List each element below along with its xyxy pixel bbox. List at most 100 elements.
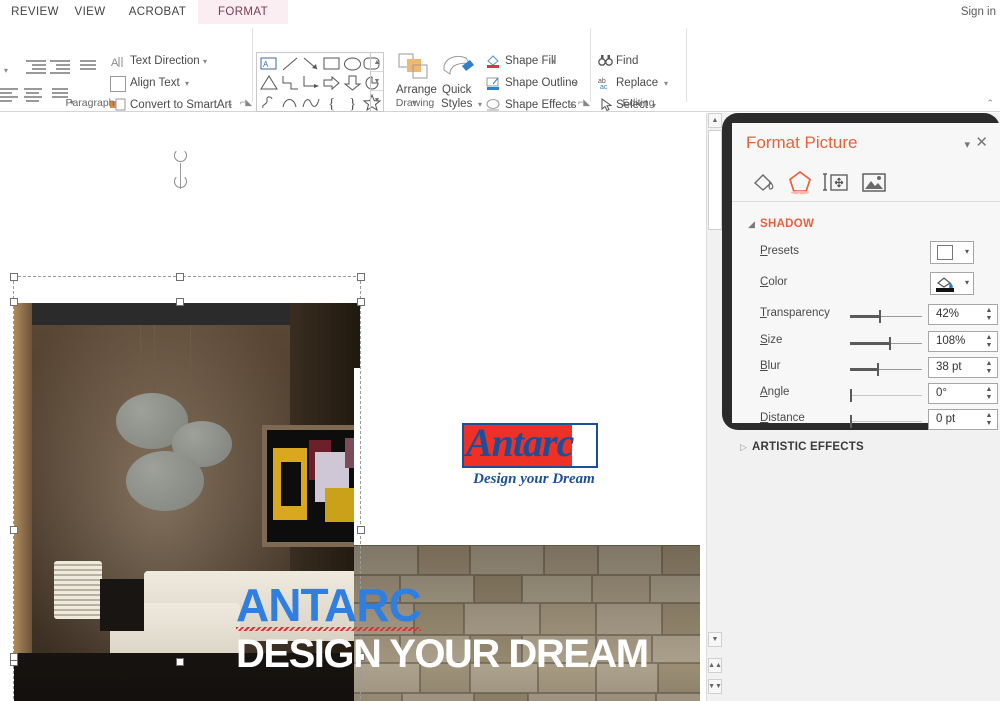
shape-triangle-icon[interactable] [259,74,279,92]
blur-spinner-arrows[interactable]: ▲ ▼ [983,358,995,377]
angle-slider-track[interactable] [850,395,922,396]
picture-tab-icon[interactable] [856,165,892,199]
scrollbar-thumb[interactable] [708,130,722,230]
shape-line-icon[interactable] [280,55,300,73]
angle-slider-thumb[interactable] [850,389,852,402]
distance-slider-track[interactable] [850,421,922,422]
shape-elbow-connector-icon[interactable] [280,74,300,92]
resize-handle-sw-upper[interactable] [10,653,18,661]
text-direction-caret-icon[interactable]: ▾ [203,55,207,67]
blur-value: 38 pt [936,361,962,373]
line-spacing-dropdown-icon[interactable]: ▾ [4,60,8,78]
size-spinner[interactable]: 108% ▲ ▼ [928,331,998,352]
increase-indent-icon[interactable] [50,60,70,76]
shape-fill-caret-icon[interactable]: ▾ [552,55,556,67]
shape-effects-caret-icon[interactable]: ▾ [570,99,574,111]
distance-row: Distance 0 pt ▲ ▼ [732,408,1000,434]
section-artistic-effects[interactable]: ARTISTIC EFFECTS [752,441,864,453]
shape-fill-label[interactable]: Shape Fill [505,55,556,67]
distance-slider-thumb[interactable] [850,415,852,428]
slide-canvas[interactable]: Antarc Design your Dream ANTARC DESIGN Y… [0,113,706,701]
slide-workspace[interactable]: Antarc Design your Dream ANTARC DESIGN Y… [0,113,706,701]
resize-handle-nw[interactable] [10,273,18,281]
size-properties-tab-icon[interactable] [818,165,854,199]
distance-spinner[interactable]: 0 pt ▲ ▼ [928,409,998,430]
align-left-icon[interactable] [0,88,18,104]
drawing-dialog-launcher[interactable]: ⌐◣ [578,97,590,108]
transparency-slider-thumb[interactable] [879,310,881,323]
sign-in-button[interactable]: Sign in [961,0,996,24]
blur-slider-thumb[interactable] [877,363,879,376]
decrease-indent-icon[interactable] [26,60,46,76]
resize-handle-w[interactable] [10,526,18,534]
fill-line-tab-icon[interactable] [746,165,782,199]
blur-row: Blur 38 pt ▲ ▼ [732,356,1000,382]
shape-scribble-icon[interactable] [259,93,279,111]
shape-effects-label[interactable]: Shape Effects [505,99,576,111]
shape-outline-label[interactable]: Shape Outline [505,77,578,89]
next-slide-icon[interactable]: ▼▼ [708,679,722,694]
shapes-scroll-down-icon[interactable]: ▼ [371,72,383,92]
quick-styles-caret-icon[interactable]: ▾ [478,98,482,110]
resize-handle-nw-inner[interactable] [10,298,18,306]
distance-spinner-arrows[interactable]: ▲ ▼ [983,410,995,429]
slide-headline[interactable]: ANTARC DESIGN YOUR DREAM [236,582,649,681]
find-label[interactable]: Find [616,55,638,67]
resize-handle-ne-inner[interactable] [357,298,365,306]
arrange-label[interactable]: Arrange [396,84,437,96]
shape-left-brace-icon[interactable]: { [322,93,342,112]
shadow-color-button[interactable]: ▾ [930,272,974,295]
shape-rectangle-icon[interactable] [322,55,342,73]
angle-row: Angle 0° ▲ ▼ [732,382,1000,408]
shape-down-arrow-icon[interactable] [343,74,363,92]
shapes-scroll-up-icon[interactable]: ▲ [371,53,383,73]
text-direction-label[interactable]: Text Direction [130,55,200,67]
angle-spinner[interactable]: 0° ▲ ▼ [928,383,998,404]
transparency-spinner-arrows[interactable]: ▲ ▼ [983,305,995,324]
line-spacing-icon[interactable] [80,60,96,72]
scroll-down-icon[interactable]: ▼ [708,632,722,647]
rotation-handle[interactable] [174,149,187,162]
shadow-collapse-icon[interactable]: ◢ [748,219,755,230]
shape-curve-icon[interactable] [280,93,300,111]
tab-format[interactable]: FORMAT [198,0,288,24]
section-shadow[interactable]: SHADOW [760,218,814,230]
angle-spinner-arrows[interactable]: ▲ ▼ [983,384,995,403]
size-spinner-arrows[interactable]: ▲ ▼ [983,332,995,351]
shape-right-arrow-icon[interactable] [322,74,342,92]
resize-handle-n[interactable] [176,273,184,281]
resize-handle-n-inner[interactable] [176,298,184,306]
ribbon-collapse-icon[interactable]: ⌃ [986,98,994,109]
panel-tab-row [732,165,1000,203]
replace-label[interactable]: Replace [616,77,658,89]
size-slider-thumb[interactable] [889,337,891,350]
shape-oval-icon[interactable] [343,55,363,73]
resize-handle-ne[interactable] [357,273,365,281]
shape-elbow-arrow-icon[interactable] [301,74,321,92]
replace-caret-icon[interactable]: ▾ [664,77,668,89]
slide-vertical-scrollbar[interactable]: ▲ ▼ ▲▲ ▼▼ [706,113,722,701]
align-text-label[interactable]: Align Text [130,77,180,89]
rotation-handle-hover[interactable] [174,175,187,188]
tab-acrobat[interactable]: ACROBAT [115,0,200,24]
resize-handle-e[interactable] [357,526,365,534]
previous-slide-icon[interactable]: ▲▲ [708,658,722,673]
blur-spinner[interactable]: 38 pt ▲ ▼ [928,357,998,378]
panel-title: Format Picture [746,133,858,152]
presets-gallery-button[interactable]: ▾ [930,241,974,264]
scroll-up-icon[interactable]: ▲ [708,113,722,128]
shape-textbox-icon[interactable]: A [259,55,279,73]
shape-outline-caret-icon[interactable]: ▾ [574,77,578,89]
shape-arc-icon[interactable] [301,93,321,111]
shape-arrow-icon[interactable] [301,55,321,73]
resize-handle-s-upper[interactable] [176,658,184,666]
artistic-effects-expand-icon[interactable]: ▷ [740,442,747,453]
quick-styles-label-1[interactable]: Quick [442,84,471,96]
panel-close-icon[interactable]: ✕ [975,133,988,151]
tab-view[interactable]: VIEW [60,0,120,24]
align-text-caret-icon[interactable]: ▾ [185,77,189,89]
convert-smartart-caret-icon[interactable]: ▾ [228,99,232,111]
transparency-spinner[interactable]: 42% ▲ ▼ [928,304,998,325]
paragraph-dialog-launcher[interactable]: ⌐◣ [240,97,252,108]
panel-minimize-icon[interactable]: ▾ [964,138,970,151]
